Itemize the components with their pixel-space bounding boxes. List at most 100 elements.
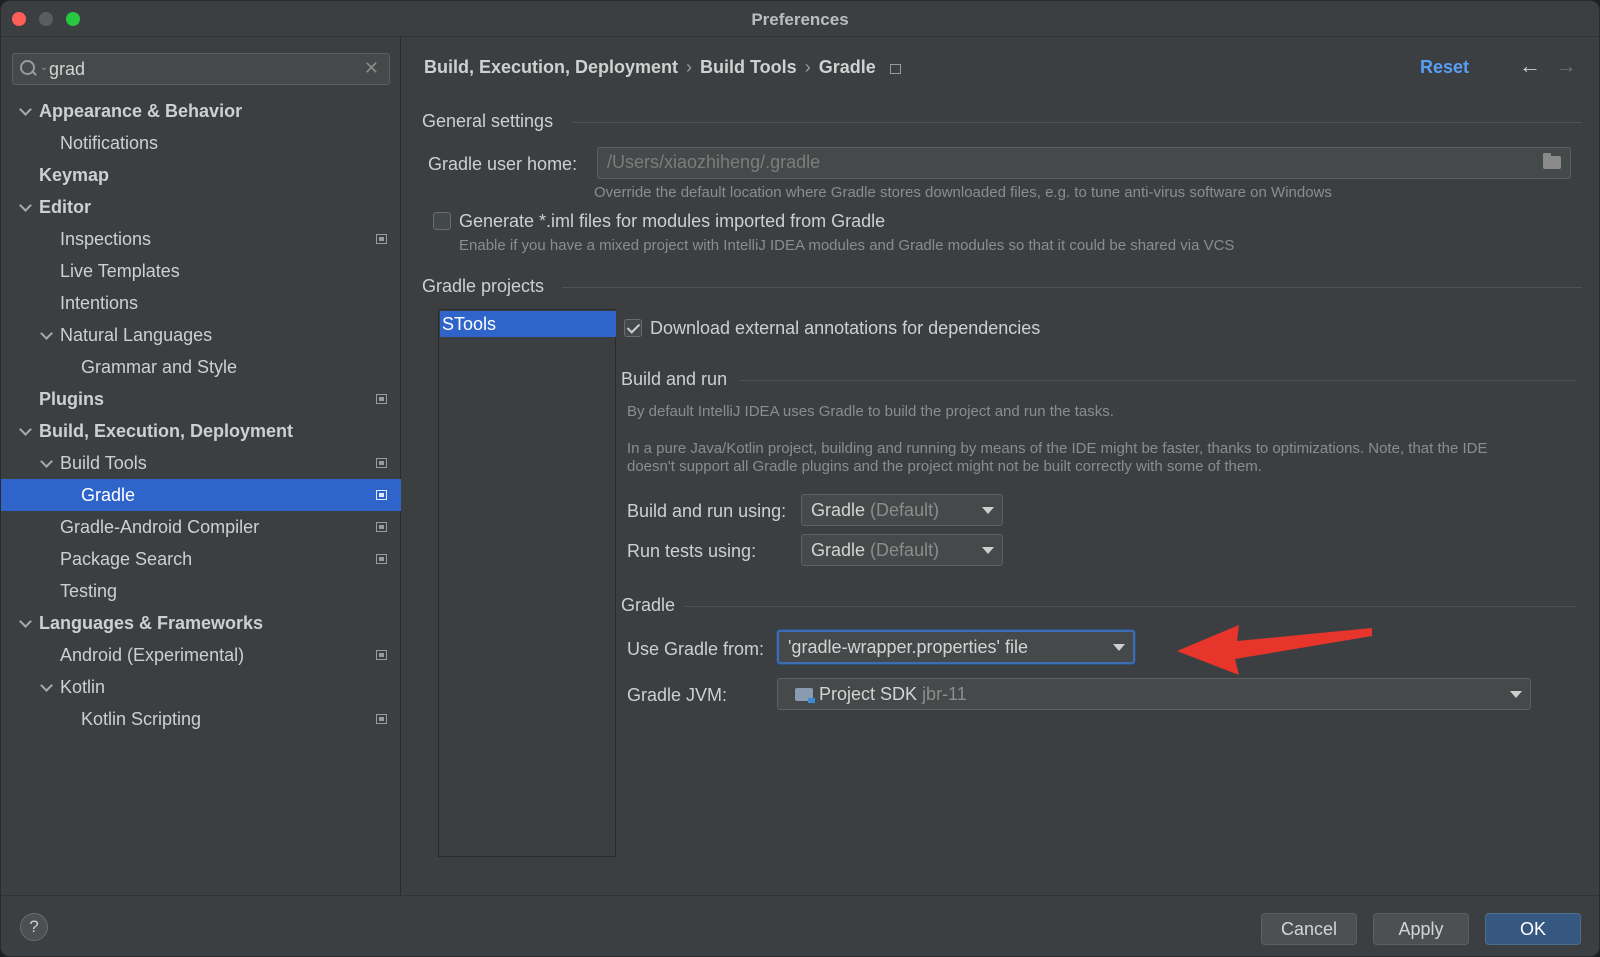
gradle-user-home-field[interactable]: /Users/xiaozhiheng/.gradle [597, 147, 1571, 179]
sidebar-item-live-templates[interactable]: Live Templates [1, 255, 401, 287]
search-icon [20, 60, 38, 78]
sidebar-item-appearance-behavior[interactable]: Appearance & Behavior [1, 95, 401, 127]
run-tests-using-dropdown[interactable]: Gradle (Default) [801, 534, 1003, 566]
dropdown-arrow-icon [1113, 644, 1125, 651]
search-history-chevron-icon[interactable]: ⌄ [40, 62, 48, 73]
sidebar-item-kotlin-scripting[interactable]: Kotlin Scripting [1, 703, 401, 735]
dropdown-arrow-icon [982, 547, 994, 554]
folder-icon[interactable] [1543, 153, 1561, 169]
clear-search-icon[interactable]: ✕ [364, 58, 379, 79]
project-list-item[interactable]: STools [440, 311, 616, 337]
sidebar-item-natural-languages[interactable]: Natural Languages [1, 319, 401, 351]
sidebar-item-label: Notifications [60, 133, 159, 153]
settings-search-field[interactable]: ⌄ grad ✕ [12, 53, 390, 85]
ok-button[interactable]: OK [1485, 913, 1581, 945]
build-and-run-using-label: Build and run using: [627, 501, 787, 521]
sidebar-item-label: Build, Execution, Deployment [39, 421, 294, 441]
chevron-down-icon[interactable] [40, 319, 54, 351]
dialog-footer: ? Cancel Apply OK [1, 895, 1599, 956]
breadcrumb: Build, Execution, Deployment › Build Tools… [424, 57, 909, 78]
gradle-jvm-label: Gradle JVM: [627, 685, 728, 705]
use-gradle-from-label: Use Gradle from: [627, 639, 765, 659]
sidebar-item-label: Kotlin Scripting [81, 709, 202, 729]
sidebar-item-gradle[interactable]: Gradle [1, 479, 401, 511]
sidebar-item-languages-frameworks[interactable]: Languages & Frameworks [1, 607, 401, 639]
section-divider [740, 380, 1576, 381]
apply-button[interactable]: Apply [1373, 913, 1469, 945]
gradle-jvm-version: jbr-11 [922, 684, 967, 704]
build-and-run-description: By default IntelliJ IDEA uses Gradle to … [627, 403, 1114, 420]
project-level-icon [376, 490, 387, 500]
sidebar-item-inspections[interactable]: Inspections [1, 223, 401, 255]
chevron-down-icon[interactable] [19, 607, 33, 639]
sidebar-item-label: Appearance & Behavior [39, 101, 243, 121]
default-suffix: (Default) [870, 500, 940, 520]
chevron-down-icon[interactable] [19, 191, 33, 223]
dropdown-arrow-icon [982, 507, 994, 514]
gradle-settings-panel: Build, Execution, Deployment › Build Tools… [402, 37, 1599, 895]
sidebar-item-grammar-and-style[interactable]: Grammar and Style [1, 351, 401, 383]
build-and-run-title: Build and run [621, 369, 728, 389]
sidebar-item-package-search[interactable]: Package Search [1, 543, 401, 575]
generate-iml-label[interactable]: Generate *.iml files for modules importe… [459, 211, 885, 232]
sidebar-item-label: Gradle-Android Compiler [60, 517, 260, 537]
breadcrumb-item[interactable]: Build Tools [700, 57, 797, 77]
breadcrumb-item: Gradle [818, 57, 876, 77]
project-level-icon [376, 650, 387, 660]
gradle-user-home-value[interactable]: /Users/xiaozhiheng/.gradle [607, 152, 820, 173]
sidebar-item-label: Editor [39, 197, 91, 217]
build-and-run-using-dropdown[interactable]: Gradle (Default) [801, 494, 1003, 526]
forward-arrow-icon[interactable]: → [1555, 53, 1577, 79]
help-button[interactable]: ? [20, 913, 48, 941]
gradle-projects-list[interactable]: STools [438, 309, 616, 857]
run-tests-using-label: Run tests using: [627, 541, 757, 561]
sidebar-item-label: Grammar and Style [81, 357, 238, 377]
sidebar-item-notifications[interactable]: Notifications [1, 127, 401, 159]
generate-iml-hint: Enable if you have a mixed project with … [459, 237, 1235, 254]
preferences-window: Preferences ⌄ grad ✕ Appearance & Behavi… [0, 0, 1600, 957]
gradle-projects-title: Gradle projects [422, 276, 545, 296]
sidebar-item-gradle-android-compiler[interactable]: Gradle-Android Compiler [1, 511, 401, 543]
dropdown-arrow-icon [1510, 691, 1522, 698]
chevron-down-icon[interactable] [19, 415, 33, 447]
download-annotations-checkbox[interactable] [624, 319, 642, 337]
settings-sidebar: ⌄ grad ✕ Appearance & Behavior Notificati… [1, 37, 401, 895]
window-title: Preferences [751, 10, 849, 29]
sidebar-item-kotlin[interactable]: Kotlin [1, 671, 401, 703]
default-suffix: (Default) [870, 540, 940, 560]
chevron-down-icon[interactable] [40, 447, 54, 479]
breadcrumb-item[interactable]: Build, Execution, Deployment [424, 57, 678, 77]
sidebar-item-label: Plugins [39, 389, 105, 409]
sidebar-item-editor[interactable]: Editor [1, 191, 401, 223]
sidebar-item-testing[interactable]: Testing [1, 575, 401, 607]
gradle-jvm-dropdown[interactable]: Project SDK jbr-11 [777, 678, 1531, 710]
sidebar-item-plugins[interactable]: Plugins [1, 383, 401, 415]
project-level-icon [376, 234, 387, 244]
build-and-run-note-line1: In a pure Java/Kotlin project, building … [627, 440, 1488, 457]
download-annotations-label[interactable]: Download external annotations for depend… [650, 318, 1040, 339]
chevron-down-icon[interactable] [19, 95, 33, 127]
section-divider [684, 606, 1576, 607]
run-tests-using-value: Gradle [811, 540, 866, 560]
sidebar-item-intentions[interactable]: Intentions [1, 287, 401, 319]
general-settings-title: General settings [422, 111, 554, 131]
sidebar-item-label: Testing [60, 581, 118, 601]
build-and-run-note-line2: doesn't support all Gradle plugins and t… [627, 458, 1262, 475]
back-arrow-icon[interactable]: ← [1519, 53, 1541, 79]
reset-link[interactable]: Reset [1420, 57, 1469, 78]
sidebar-item-android-experimental[interactable]: Android (Experimental) [1, 639, 401, 671]
project-level-icon [889, 64, 901, 74]
sidebar-item-build-execution-deployment[interactable]: Build, Execution, Deployment [1, 415, 401, 447]
sidebar-item-keymap[interactable]: Keymap [1, 159, 401, 191]
gradle-section-title: Gradle [621, 595, 676, 615]
chevron-down-icon[interactable] [40, 671, 54, 703]
use-gradle-from-dropdown[interactable]: 'gradle-wrapper.properties' file [777, 630, 1135, 664]
red-annotation-arrow-icon [1177, 625, 1372, 675]
generate-iml-checkbox[interactable] [433, 212, 451, 230]
section-divider [572, 122, 1582, 123]
settings-tree: Appearance & Behavior Notifications Keymap… [1, 95, 401, 735]
cancel-button[interactable]: Cancel [1261, 913, 1357, 945]
search-query[interactable]: grad [49, 59, 85, 80]
sidebar-item-build-tools[interactable]: Build Tools [1, 447, 401, 479]
project-level-icon [376, 554, 387, 564]
